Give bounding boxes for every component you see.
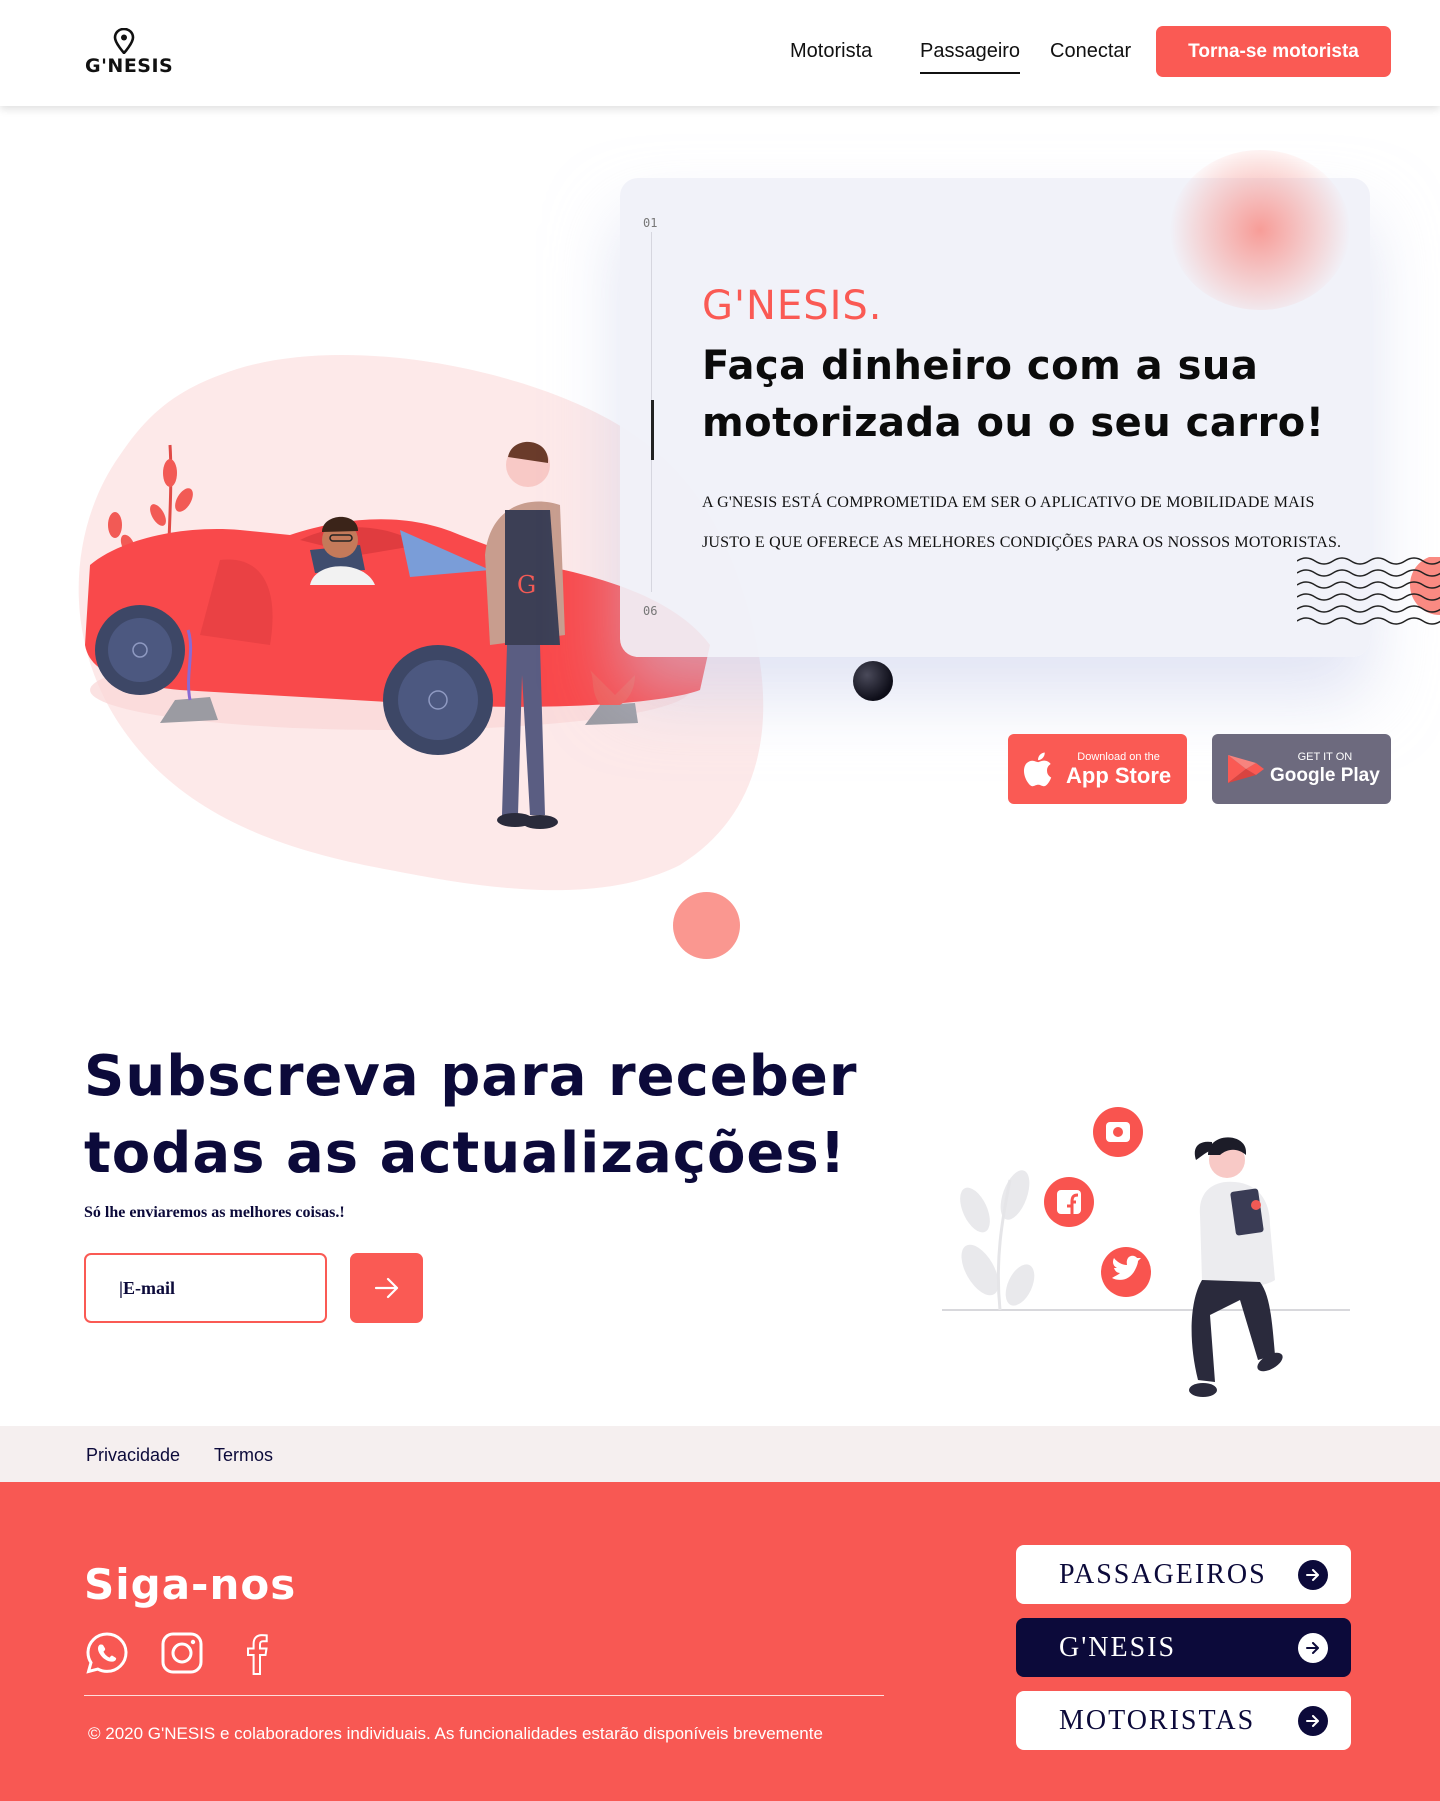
nav-passageiro[interactable]: Passageiro xyxy=(920,40,1021,74)
wave-decoration xyxy=(1297,557,1440,625)
instagram-icon[interactable] xyxy=(159,1630,205,1676)
arrow-right-icon xyxy=(1298,1705,1328,1736)
social-media-illustration xyxy=(942,1107,1350,1397)
app-store-small-text: Download on the xyxy=(1077,750,1160,763)
logo-text: G'NESIS xyxy=(85,55,174,77)
twitter-icon[interactable] xyxy=(1101,1247,1151,1297)
apple-icon xyxy=(1023,752,1052,787)
woman-illustration xyxy=(1189,1137,1283,1397)
app-store-button[interactable]: Download on the App Store xyxy=(1008,734,1187,804)
footer-divider xyxy=(84,1695,884,1696)
follow-us-title: Siga-nos xyxy=(84,1560,297,1609)
arrow-right-icon xyxy=(374,1277,398,1299)
subscribe-subtitle: Só lhe enviaremos as melhores coisas.! xyxy=(84,1204,345,1221)
email-field[interactable] xyxy=(84,1253,327,1323)
site-header: G'NESIS Motorista Passageiro Conectar To… xyxy=(0,0,1440,106)
hero-brand: G'NESIS. xyxy=(702,283,883,329)
facebook-icon[interactable] xyxy=(1044,1177,1094,1227)
decorative-glow xyxy=(1170,150,1350,310)
facebook-icon[interactable] xyxy=(234,1630,280,1676)
google-play-small-text: GET IT ON xyxy=(1297,750,1353,763)
drivers-button-label: MOTORISTAS xyxy=(1059,1704,1256,1736)
logo[interactable]: G'NESIS xyxy=(85,28,173,78)
google-play-button[interactable]: GET IT ON Google Play xyxy=(1212,734,1391,804)
arrow-right-icon xyxy=(1298,1559,1328,1590)
genesis-button-label: G'NESIS xyxy=(1059,1631,1177,1663)
passengers-button-label: PASSAGEIROS xyxy=(1059,1558,1267,1590)
privacy-link[interactable]: Privacidade xyxy=(86,1445,180,1466)
slide-progress-indicator[interactable] xyxy=(651,400,654,460)
arrow-right-icon xyxy=(1298,1632,1328,1663)
whatsapp-icon[interactable] xyxy=(84,1630,130,1676)
decorative-pink-ball xyxy=(673,892,740,959)
slide-start-number: 01 xyxy=(643,216,658,230)
instagram-icon[interactable] xyxy=(1093,1107,1143,1157)
nav-conectar[interactable]: Conectar xyxy=(1050,40,1131,63)
subscribe-title: Subscreva para receber todas as actualiz… xyxy=(84,1044,858,1186)
decorative-dark-ball xyxy=(853,661,893,701)
copyright-text: © 2020 G'NESIS e colaboradores individua… xyxy=(88,1724,823,1743)
google-play-icon xyxy=(1228,755,1264,783)
hero-title: Faça dinheiro com a sua motorizada ou o … xyxy=(702,343,1325,446)
subscribe-submit-button[interactable] xyxy=(350,1253,423,1323)
site-footer: Siga-nos © 2020 G'NESIS e colaboradores … xyxy=(0,1482,1440,1801)
nav-motorista[interactable]: Motorista xyxy=(790,40,872,63)
svg-text:G: G xyxy=(517,571,536,599)
google-play-label: Google Play xyxy=(1270,764,1380,786)
become-driver-button[interactable]: Torna-se motorista xyxy=(1156,26,1391,77)
passengers-button[interactable]: PASSAGEIROS xyxy=(1016,1545,1351,1604)
genesis-button[interactable]: G'NESIS xyxy=(1016,1618,1351,1677)
app-store-label: App Store xyxy=(1066,762,1172,788)
location-pin-icon xyxy=(113,28,135,54)
slide-end-number: 06 xyxy=(643,604,658,618)
terms-link[interactable]: Termos xyxy=(214,1445,273,1466)
legal-bar: Privacidade Termos xyxy=(0,1426,1440,1482)
hero-description: A G'NESIS ESTÁ COMPROMETIDA EM SER O APL… xyxy=(702,494,1342,551)
drivers-button[interactable]: MOTORISTAS xyxy=(1016,1691,1351,1750)
